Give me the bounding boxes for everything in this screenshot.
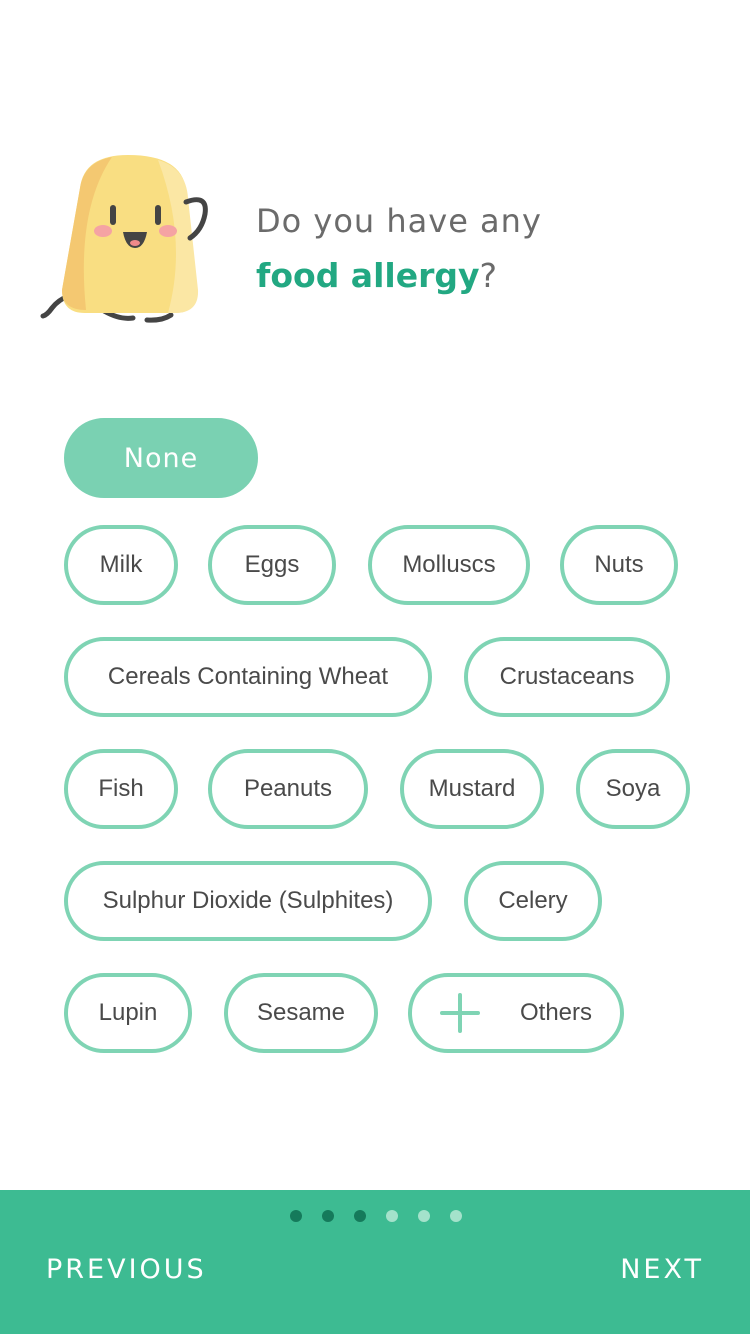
pagination-dot bbox=[354, 1210, 366, 1222]
peanuts-chip[interactable]: Peanuts bbox=[208, 749, 368, 829]
pagination-dot bbox=[322, 1210, 334, 1222]
others-label: Others bbox=[519, 999, 593, 1026]
previous-button[interactable]: PREVIOUS bbox=[46, 1252, 207, 1288]
pagination-dot bbox=[450, 1210, 462, 1222]
mustard-chip[interactable]: Mustard bbox=[400, 749, 544, 829]
question-line: Do you have any bbox=[256, 202, 542, 240]
plus-icon bbox=[439, 993, 480, 1033]
pagination-dots bbox=[0, 1210, 750, 1222]
footer-navigation: PREVIOUS NEXT bbox=[0, 1190, 750, 1334]
eggs-chip[interactable]: Eggs bbox=[208, 525, 336, 605]
mascot-illustration bbox=[40, 155, 208, 323]
pagination-dot bbox=[418, 1210, 430, 1222]
others-chip[interactable]: Others bbox=[408, 973, 624, 1053]
question-emphasis: food allergy? bbox=[256, 246, 726, 306]
pagination-dot bbox=[386, 1210, 398, 1222]
sesame-chip[interactable]: Sesame bbox=[224, 973, 378, 1053]
pagination-dot bbox=[290, 1210, 302, 1222]
soya-chip[interactable]: Soya bbox=[576, 749, 690, 829]
allergy-onboarding-screen: Do you have any food allergy? None Milk … bbox=[0, 0, 750, 1334]
milk-chip[interactable]: Milk bbox=[64, 525, 178, 605]
next-button[interactable]: NEXT bbox=[620, 1252, 704, 1288]
cereals-containing-wheat-chip[interactable]: Cereals Containing Wheat bbox=[64, 637, 432, 717]
lupin-chip[interactable]: Lupin bbox=[64, 973, 192, 1053]
none-chip[interactable]: None bbox=[64, 418, 258, 498]
nuts-chip[interactable]: Nuts bbox=[560, 525, 678, 605]
celery-chip[interactable]: Celery bbox=[464, 861, 602, 941]
crustaceans-chip[interactable]: Crustaceans bbox=[464, 637, 670, 717]
allergy-question: Do you have any food allergy? bbox=[256, 196, 726, 306]
question-highlight: food allergy bbox=[256, 256, 480, 295]
molluscs-chip[interactable]: Molluscs bbox=[368, 525, 530, 605]
question-mark: ? bbox=[479, 256, 498, 295]
sulphur-dioxide-chip[interactable]: Sulphur Dioxide (Sulphites) bbox=[64, 861, 432, 941]
fish-chip[interactable]: Fish bbox=[64, 749, 178, 829]
